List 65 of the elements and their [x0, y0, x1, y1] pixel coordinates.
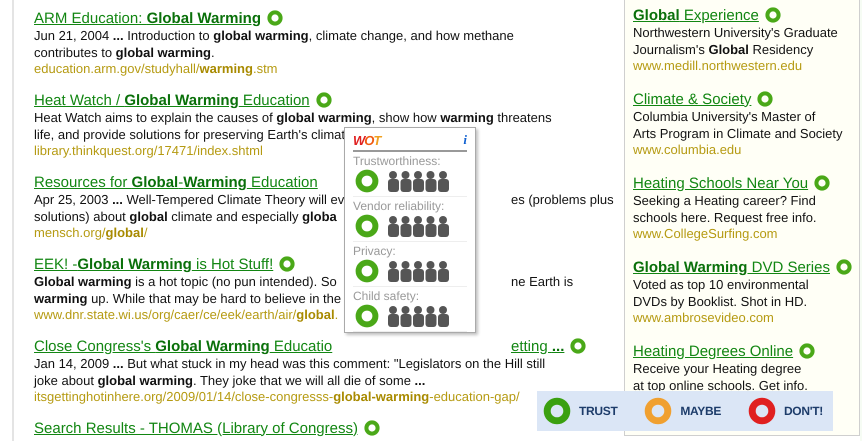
rating-ring-icon [355, 169, 379, 193]
result-snippet: life, and provide solutions for preserving Earth's climat [34, 126, 346, 143]
result-url: mensch.org/global/ [34, 225, 148, 241]
category-label: Child safety: [353, 289, 420, 304]
result-snippet: Apr 25, 2003 ... Well-Tempered Climate Theory will ev [34, 192, 344, 208]
legend-label: TRUST [579, 404, 618, 418]
ad-text: Arts Program in Climate and Society [633, 126, 843, 142]
result-snippet: solutions) about global climate and especially globa [34, 208, 337, 225]
ad-url: www.CollegeSurfing.com [633, 226, 778, 242]
ad-text: Seeking a Heating career? Find [633, 193, 816, 210]
ad-title-link[interactable]: Global Experience [633, 6, 759, 24]
result-snippet: Global warming is a hot topic (no pun intended). So [34, 274, 337, 290]
result-title-link[interactable]: Search Results - THOMAS (Library of Congress) [34, 420, 358, 436]
ad-title-link[interactable]: Climate & Society [633, 90, 752, 108]
ad-title-link[interactable]: Heating Schools Near You [633, 174, 808, 192]
result-snippet: Jan 14, 2009 ... But what stuck in my head was this comment: "Legislators on the Hill still [34, 356, 546, 372]
result-snippet: joke about global warming. They joke that we will all die of some ... [34, 372, 426, 389]
people-icon [387, 170, 449, 192]
ad-url: www.medill.northwestern.edu [633, 58, 802, 74]
rating-ring-icon [355, 259, 379, 283]
category-label: Vendor reliability: [353, 199, 446, 214]
result-title-link[interactable]: Resources for Global-Warming Education [34, 174, 318, 190]
ad-title-link[interactable]: Heating Degrees Online [633, 342, 794, 360]
ad-text: Northwestern University's Graduate [633, 25, 838, 42]
people-icon [387, 305, 449, 327]
rating-ring-icon [836, 259, 852, 275]
result-snippet: Heat Watch aims to explain the causes of global warming, show how warming threatens [34, 110, 552, 126]
result-title-link[interactable]: etting ... [511, 338, 564, 354]
result-snippet: warming up. While that may be hard to believe in the [34, 290, 342, 307]
rating-ring-icon [799, 343, 816, 359]
result-title-link[interactable]: EEK! -Global Warming is Hot Stuff! [34, 256, 274, 272]
rating-ring-icon [355, 304, 379, 328]
result-snippet: es (problems plus [511, 192, 614, 208]
ad-text: Columbia University's Master of [633, 109, 816, 126]
people-icon [387, 215, 449, 237]
ad-title-link[interactable]: Global Warming DVD Series [633, 258, 830, 276]
rating-ring-icon [764, 7, 781, 23]
category-label: Privacy: [353, 244, 397, 259]
ad-text: schools here. Request free info. [633, 210, 817, 226]
ad-text: Receive your Heating degree [633, 361, 802, 378]
ad-url: www.columbia.edu [633, 142, 742, 158]
category-label: Trustworthiness: [353, 154, 442, 169]
result-url: library.thinkquest.org/17471/index.shtml [34, 143, 263, 159]
result-snippet: contributes to global warming. [34, 44, 215, 61]
ad-text: DVDs by Booklist. Shot in HD. [633, 294, 808, 310]
legend-label: DON'T! [784, 404, 823, 418]
result-url: www.dnr.state.wi.us/org/caer/ce/eek/earth/air/global. [34, 307, 338, 323]
result-snippet: ne Earth is [511, 274, 574, 290]
result-title-link[interactable]: ARM Education: Global Warming [34, 10, 262, 26]
rating-ring-icon [757, 91, 774, 107]
ad-url: www.ambrosevideo.com [633, 310, 774, 326]
ad-text: Journalism's Global Residency [633, 42, 814, 58]
ad-text: at top online schools. Get info. [633, 378, 808, 394]
result-title-link[interactable]: Close Congress's Global Warming Educatio [34, 338, 332, 354]
result-title-link[interactable]: Heat Watch / Global Warming Education [34, 92, 310, 108]
wot-logo: WOT [353, 132, 380, 148]
legend-label: MAYBE [680, 404, 722, 418]
result-url: education.arm.gov/studyhall/warming.stm [34, 61, 278, 77]
result-url: itsgettinghotinhere.org/2009/01/14/close-congresss-global-warming-education-gap/ [34, 389, 520, 405]
rating-ring-icon [355, 214, 379, 238]
people-icon [387, 260, 449, 282]
rating-ring-icon [814, 175, 830, 191]
result-snippet: Jun 21, 2004 ... Introduction to global warming, climate change, and how methane [34, 28, 514, 44]
info-icon[interactable]: i [463, 132, 467, 148]
ad-text: Voted as top 10 environmental [633, 277, 809, 294]
